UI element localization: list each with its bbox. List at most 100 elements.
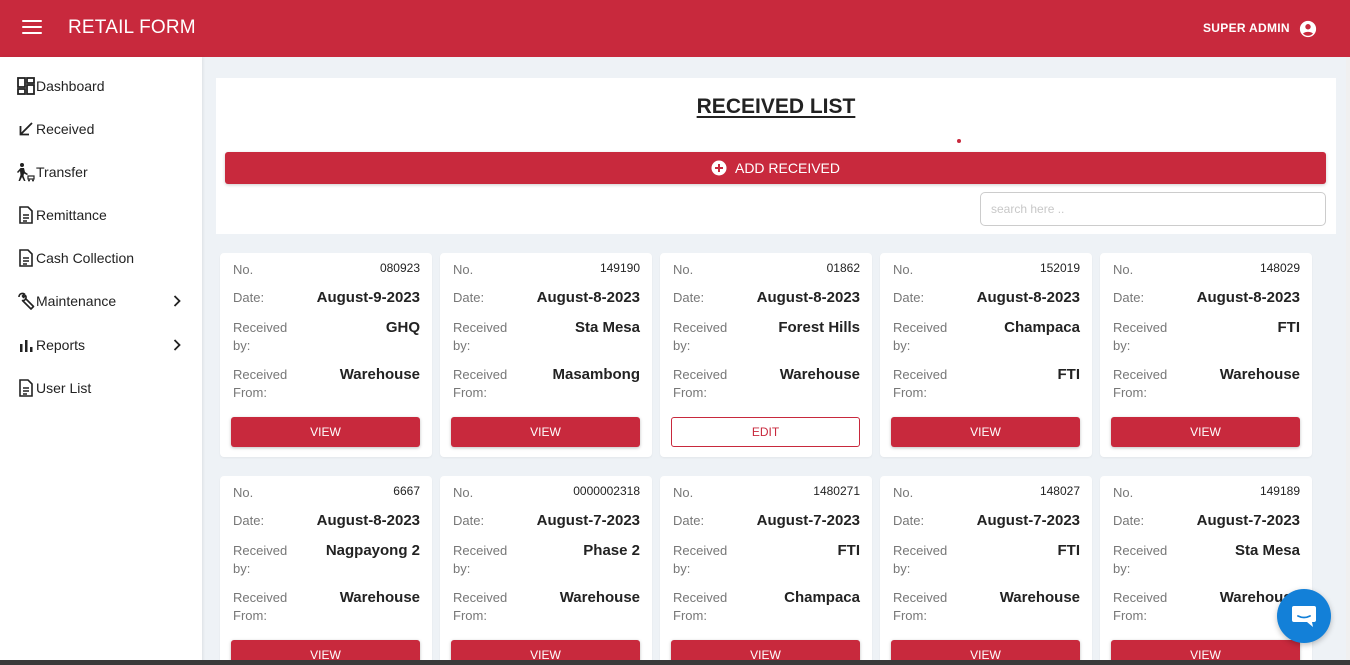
- sidebar-item-label: Reports: [36, 337, 86, 353]
- sidebar-item-received[interactable]: Received: [0, 111, 202, 147]
- date-label: Date:: [453, 290, 485, 305]
- sidebar-item-transfer[interactable]: Transfer: [0, 154, 202, 190]
- document-icon: [16, 248, 36, 268]
- received-card: No. 149190 Date: August-8-2023 Received by: St…: [440, 253, 652, 457]
- no-label: No.: [453, 262, 474, 277]
- no-label: No.: [893, 485, 914, 500]
- plus-circle-icon: [711, 160, 727, 176]
- search-input[interactable]: [980, 192, 1326, 226]
- vertical-scrollbar[interactable]: [1346, 57, 1350, 660]
- add-received-label: ADD RECEIVED: [734, 160, 841, 176]
- date-label: Date:: [233, 290, 265, 305]
- card-received-by: Nagpayong 2: [325, 542, 420, 559]
- app-title: RETAIL FORM: [68, 17, 196, 38]
- card-received-by: Forest Hills: [778, 319, 860, 336]
- no-label: No.: [233, 262, 254, 277]
- chevron-right-icon[interactable]: [172, 339, 182, 351]
- received-card: No. 080923 Date: August-9-2023 Received by: GH…: [220, 253, 432, 457]
- sidebar-item-cash-collection[interactable]: Cash Collection: [0, 240, 202, 276]
- sidebar-item-label: Cash Collection: [36, 250, 135, 266]
- card-received-from: Warehouse: [339, 366, 420, 383]
- page-title: RECEIVED LIST: [696, 95, 856, 118]
- received-by-label: Received by:: [453, 320, 508, 353]
- card-number: 149190: [599, 261, 640, 275]
- no-label: No.: [233, 485, 254, 500]
- received-by-label: Received by:: [453, 543, 508, 576]
- sidebar-item-remittance[interactable]: Remittance: [0, 197, 202, 233]
- card-received-by: Champaca: [1004, 319, 1080, 336]
- edit-button[interactable]: EDIT: [671, 417, 860, 447]
- card-number: 152019: [1039, 261, 1080, 275]
- sidebar-item-label: Transfer: [36, 164, 88, 180]
- received-from-label: Received From:: [673, 590, 728, 623]
- no-label: No.: [893, 262, 914, 277]
- no-label: No.: [453, 485, 474, 500]
- received-by-label: Received by:: [233, 543, 288, 576]
- view-button[interactable]: VIEW: [231, 417, 420, 447]
- card-date: August-8-2023: [316, 512, 420, 529]
- chevron-right-icon[interactable]: [172, 295, 182, 307]
- card-number: 6667: [393, 484, 420, 498]
- sidebar-item-dashboard[interactable]: Dashboard: [0, 68, 202, 104]
- received-by-label: Received by:: [673, 543, 728, 576]
- card-received-by: Sta Mesa: [1234, 542, 1300, 559]
- view-button[interactable]: VIEW: [891, 417, 1080, 447]
- sidebar-item-maintenance[interactable]: Maintenance: [0, 283, 202, 319]
- received-from-label: Received From:: [893, 590, 948, 623]
- add-received-button[interactable]: ADD RECEIVED: [225, 152, 1326, 184]
- sidebar-item-label: Maintenance: [36, 293, 117, 309]
- no-label: No.: [673, 485, 694, 500]
- received-card: No. 152019 Date: August-8-2023 Received by: Ch…: [880, 253, 1092, 457]
- received-from-label: Received From:: [233, 590, 288, 623]
- card-received-from: Warehouse: [779, 366, 860, 383]
- card-received-from: FTI: [1057, 366, 1081, 383]
- chat-bubble-icon: [1292, 606, 1316, 627]
- chat-button[interactable]: [1277, 589, 1331, 643]
- view-button[interactable]: VIEW: [1111, 417, 1300, 447]
- received-card: No. 01862 Date: August-8-2023 Received by: For…: [660, 253, 872, 457]
- dashboard-icon: [16, 76, 36, 96]
- card-date: August-8-2023: [1196, 289, 1300, 306]
- card-received-by: FTI: [1057, 542, 1081, 559]
- card-received-from: Champaca: [784, 589, 860, 606]
- card-number: 148029: [1259, 261, 1300, 275]
- card-date: August-8-2023: [536, 289, 640, 306]
- received-from-label: Received From:: [673, 367, 728, 400]
- card-number: 080923: [379, 261, 420, 275]
- date-label: Date:: [453, 513, 485, 528]
- received-by-label: Received by:: [1113, 543, 1168, 576]
- card-date: August-8-2023: [976, 289, 1080, 306]
- sidebar-item-user-list[interactable]: User List: [0, 370, 202, 406]
- bar-chart-icon: [16, 335, 36, 355]
- no-label: No.: [1113, 485, 1134, 500]
- person-cart-icon: [16, 162, 36, 182]
- received-card: No. 148029 Date: August-8-2023 Received by: FT…: [1100, 253, 1312, 457]
- horizontal-scrollbar[interactable]: [0, 660, 1350, 665]
- card-number: 148027: [1039, 484, 1080, 498]
- card-number: 1480271: [813, 484, 860, 498]
- indicator-dot: [957, 139, 961, 143]
- sidebar-item-label: User List: [36, 380, 92, 396]
- document-icon: [16, 205, 36, 225]
- sidebar-item-label: Dashboard: [36, 78, 105, 94]
- date-label: Date:: [893, 513, 925, 528]
- received-by-label: Received by:: [893, 543, 948, 576]
- date-label: Date:: [233, 513, 265, 528]
- view-button[interactable]: VIEW: [451, 417, 640, 447]
- received-from-label: Received From:: [893, 367, 948, 400]
- no-label: No.: [673, 262, 694, 277]
- date-label: Date:: [1113, 290, 1145, 305]
- received-card: No. 6667 Date: August-8-2023 Received by: Nagp…: [220, 476, 432, 665]
- received-card: No. 149189 Date: August-7-2023 Received by: St…: [1100, 476, 1312, 665]
- card-number: 0000002318: [573, 484, 640, 498]
- received-by-label: Received by:: [233, 320, 288, 353]
- date-label: Date:: [1113, 513, 1145, 528]
- card-number: 01862: [826, 261, 860, 275]
- sidebar-item-reports[interactable]: Reports: [0, 327, 202, 363]
- user-name[interactable]: SUPER ADMIN: [1203, 21, 1290, 35]
- sidebar: Dashboard Received Transfer Remittance C…: [0, 57, 202, 665]
- received-from-label: Received From:: [1113, 590, 1168, 623]
- hamburger-menu-icon[interactable]: [22, 20, 42, 38]
- card-date: August-9-2023: [316, 289, 420, 306]
- account-circle-icon[interactable]: [1299, 20, 1317, 38]
